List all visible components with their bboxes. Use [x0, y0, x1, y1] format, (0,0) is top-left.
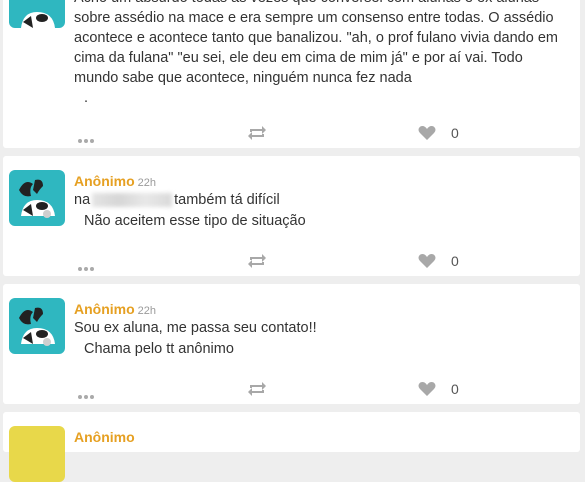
author-name[interactable]: Anônimo — [74, 429, 135, 445]
post-card: Anônimo — [3, 412, 580, 482]
post-card: Anônimo 22h na também tá difícil Não aceit… — [3, 156, 580, 276]
post-time: 22h — [137, 177, 157, 189]
post-actions: 0 — [3, 378, 580, 402]
avatar[interactable] — [9, 426, 65, 482]
reply-text: Não aceitem esse tipo de situação — [84, 213, 306, 229]
redacted-text — [92, 193, 173, 208]
post-text: Sou ex aluna, me passa seu contato!! — [74, 320, 317, 336]
more-dots-icon[interactable] — [78, 130, 96, 148]
repost-icon[interactable] — [247, 381, 267, 402]
author-name[interactable]: Anônimo — [74, 301, 135, 317]
more-dots-icon[interactable] — [78, 258, 96, 276]
avatar[interactable] — [9, 0, 65, 28]
heart-icon[interactable] — [418, 381, 436, 402]
like-count: 0 — [451, 125, 459, 141]
author-name[interactable]: Anônimo — [74, 173, 135, 189]
avatar[interactable] — [9, 170, 65, 226]
post-card: Anônimo 22h Sou ex aluna, me passa seu co… — [3, 284, 580, 404]
post-time: 22h — [137, 305, 157, 317]
post-text: na também tá difícil — [74, 192, 280, 208]
more-dots-icon[interactable] — [78, 386, 96, 404]
post-text: Acho um absurdo todas as vezes que conve… — [74, 0, 558, 106]
avatar[interactable] — [9, 298, 65, 354]
reply-text: . — [84, 90, 89, 106]
repost-icon[interactable] — [247, 125, 267, 146]
like-count: 0 — [451, 381, 459, 397]
post-actions: 0 — [3, 250, 580, 274]
like-count: 0 — [451, 253, 459, 269]
post-card: Acho um absurdo todas as vezes que conve… — [3, 0, 580, 148]
post-meta: Anônimo 22h — [74, 173, 156, 189]
heart-icon[interactable] — [418, 125, 436, 146]
heart-icon[interactable] — [418, 253, 436, 274]
repost-icon[interactable] — [247, 253, 267, 274]
post-actions: 0 — [3, 122, 580, 146]
post-meta: Anônimo — [74, 429, 135, 445]
reply-text: Chama pelo tt anônimo — [84, 341, 234, 357]
post-meta: Anônimo 22h — [74, 301, 156, 317]
